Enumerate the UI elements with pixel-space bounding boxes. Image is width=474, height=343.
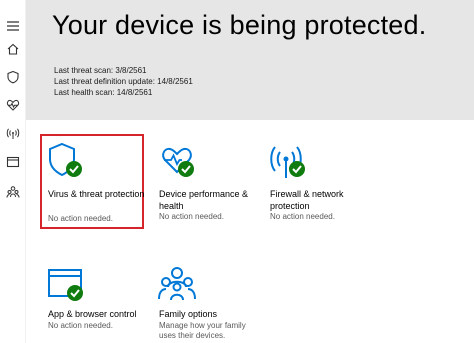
tile-title: Device performance & health	[159, 189, 249, 211]
tile-title: Family options	[159, 309, 218, 319]
tile-status: No action needed.	[48, 214, 113, 223]
wifi-antenna-icon	[269, 141, 307, 181]
family-icon	[158, 265, 196, 305]
last-threat-scan: Last threat scan: 3/8/2561	[54, 66, 147, 75]
last-health-scan: Last health scan: 14/8/2561	[54, 88, 153, 97]
home-icon[interactable]	[4, 40, 22, 58]
family-icon[interactable]	[4, 183, 22, 201]
browser-icon[interactable]	[4, 153, 22, 171]
tile-device-performance-health[interactable]: Device performance & health No action ne…	[153, 136, 257, 231]
page-title: Your device is being protected.	[52, 10, 427, 40]
last-definition-update: Last threat definition update: 14/8/2561	[54, 77, 193, 86]
heart-health-icon[interactable]	[4, 96, 22, 114]
browser-window-icon	[47, 265, 85, 305]
tile-firewall-network-protection[interactable]: Firewall & network protection No action …	[264, 136, 368, 231]
status-banner: Your device is being protected. Last thr…	[26, 0, 474, 120]
tile-status: Manage how your family uses their device…	[159, 321, 246, 340]
menu-icon[interactable]	[4, 17, 22, 35]
tile-title: App & browser control	[48, 309, 137, 319]
shield-icon[interactable]	[4, 68, 22, 86]
tile-app-browser-control[interactable]: App & browser control No action needed.	[42, 260, 146, 340]
tile-title: Virus & threat protection	[48, 189, 145, 199]
shield-icon	[47, 141, 85, 181]
tile-status: No action needed.	[159, 212, 224, 221]
scan-info: Last threat scan: 3/8/2561 Last threat d…	[54, 65, 193, 98]
tile-family-options[interactable]: Family options Manage how your family us…	[153, 260, 273, 343]
tile-title: Firewall & network protection	[270, 189, 344, 211]
wifi-antenna-icon[interactable]	[4, 124, 22, 142]
tile-status: No action needed.	[48, 321, 113, 330]
tile-virus-threat-protection[interactable]: Virus & threat protection No action need…	[40, 134, 144, 229]
tile-status: No action needed.	[270, 212, 335, 221]
nav-rail	[0, 0, 26, 343]
heart-health-icon	[158, 141, 196, 181]
